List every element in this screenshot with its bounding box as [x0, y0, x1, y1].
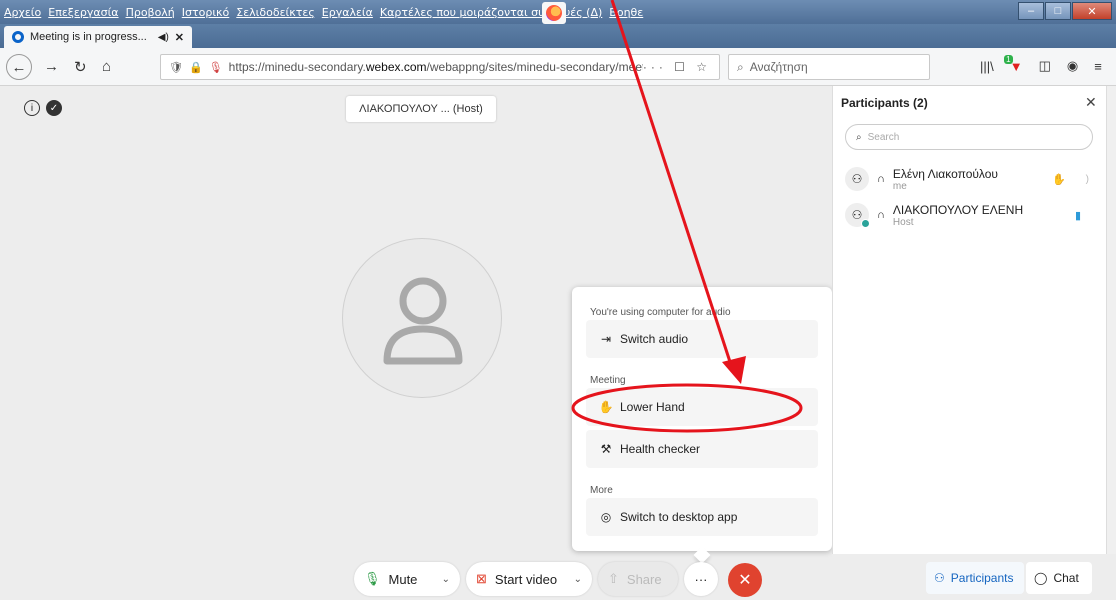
host-label: ΛΙΑΚΟΠΟΥΛΟΥ ... (Host) [346, 96, 496, 122]
window-close-button[interactable]: ✕ [1072, 2, 1112, 20]
sidebar-icon[interactable]: ◫ [1039, 58, 1051, 74]
microphone-icon: 🎙 [364, 571, 381, 586]
menu-bookmarks[interactable]: Σελιδοδείκτες [236, 6, 315, 19]
participant-search-input[interactable]: ⌕ Search [845, 124, 1093, 150]
maximize-button[interactable]: □ [1045, 2, 1071, 20]
avatar [342, 238, 502, 398]
participant-avatar-icon: ⚇ [845, 203, 870, 228]
lower-hand-button[interactable]: ✋ Lower Hand [586, 388, 818, 426]
home-button[interactable]: ⌂ [102, 58, 111, 75]
close-icon[interactable]: ✕ [1085, 94, 1097, 111]
participant-avatar-icon: ⚇ [845, 167, 869, 191]
participant-role: me [892, 180, 907, 192]
window-controls: – □ ✕ [1017, 2, 1112, 20]
scrollbar[interactable] [1106, 86, 1116, 554]
participants-button[interactable]: ⚇ Participants [926, 562, 1024, 594]
menu-edit[interactable]: Επεξεργασία [48, 6, 118, 19]
mic-permission-icon[interactable]: 🎙 [209, 61, 223, 74]
chat-button[interactable]: ◯ Chat [1026, 562, 1092, 594]
participant-name: Ελένη Λιακοπούλου [892, 166, 998, 181]
start-video-button[interactable]: ⊠ Start video ⌄ [466, 562, 592, 596]
lock-icon[interactable]: 🔒 [189, 61, 203, 74]
url-bar[interactable]: 🛡 🔒 🎙 https://minedu-secondary.webex.com… [160, 54, 720, 80]
account-icon[interactable]: ◉ [1067, 58, 1078, 74]
search-input[interactable]: ⌕ Αναζήτηση [728, 54, 930, 80]
switch-audio-button[interactable]: ⇥ Switch audio [586, 320, 818, 358]
more-options-menu: You're using computer for audio ⇥ Switch… [572, 287, 832, 551]
tab-meeting[interactable]: Meeting is in progress... ◀) ✕ [4, 26, 192, 48]
menu-history[interactable]: Ιστορικό [182, 6, 230, 19]
mute-button[interactable]: 🎙 Mute ⌄ [354, 562, 460, 596]
menu-bar: Αρχείο Επεξεργασία Προβολή Ιστορικό Σελι… [0, 0, 1116, 24]
more-options-button[interactable]: ··· [684, 562, 718, 596]
menu-file[interactable]: Αρχείο [4, 6, 41, 19]
meeting-section-title: Meeting [590, 375, 626, 386]
reload-button[interactable]: ↻ [74, 58, 87, 76]
chat-icon: ◯ [1034, 571, 1048, 585]
participant-role: Host [892, 216, 914, 228]
participant-row[interactable]: ⚇ ∩ Ελένη Λιακοπούλου me ✋ ) [845, 162, 1095, 196]
leave-meeting-button[interactable]: ✕ [728, 563, 762, 597]
panel-title: Participants (2) [841, 96, 928, 110]
raised-hand-icon: ✋ [1051, 173, 1066, 186]
url-actions[interactable]: ··· ☐ ☆ [643, 60, 711, 74]
switch-audio-icon: ⇥ [600, 332, 612, 346]
firefox-icon [542, 2, 566, 24]
webex-tab-icon [12, 31, 24, 43]
health-checker-button[interactable]: ⚒ Health checker [586, 430, 818, 468]
switch-desktop-app-button[interactable]: ◎ Switch to desktop app [586, 498, 818, 536]
audio-section-title: You're using computer for audio [590, 307, 731, 318]
chevron-down-icon[interactable]: ⌄ [574, 574, 582, 585]
menu-synced-tabs[interactable]: Καρτέλες που μοιράζονται συσκευές (Δ) [380, 6, 602, 19]
panel-footer: ⚇ Participants ◯ Chat [832, 554, 1106, 600]
menu-tools[interactable]: Εργαλεία [322, 6, 373, 19]
participant-name: ΛΙΑΚΟΠΟΥΛΟΥ ΕΛΕΝΗ [892, 202, 1024, 217]
search-icon: ⌕ [856, 131, 862, 143]
chevron-down-icon[interactable]: ⌄ [442, 574, 450, 585]
back-button[interactable]: ← [6, 54, 32, 80]
forward-button[interactable]: → [44, 58, 59, 75]
search-placeholder: Αναζήτηση [749, 60, 808, 74]
headphones-icon: ∩ [877, 209, 885, 221]
shield-icon[interactable]: 🛡 [169, 61, 183, 74]
info-icon[interactable]: i [24, 100, 40, 116]
participants-panel: Participants (2) ✕ ⌕ Search ⚇ ∩ Ελένη Λι… [832, 86, 1106, 554]
security-icon[interactable]: ✓ [46, 100, 62, 116]
tab-close-icon[interactable]: ✕ [175, 31, 184, 44]
library-icon[interactable]: |||\ [980, 59, 994, 74]
menu-help[interactable]: Βοηθε [609, 6, 643, 19]
nav-bar: ← → ↻ ⌂ 🛡 🔒 🎙 https://minedu-secondary.w… [0, 48, 1116, 86]
more-section-title: More [590, 485, 613, 496]
search-icon: ⌕ [737, 59, 744, 74]
url-text[interactable]: https://minedu-secondary.webex.com/webap… [229, 60, 643, 74]
microphone-icon: ▮ [1074, 209, 1081, 222]
webex-app-icon: ◎ [600, 510, 612, 524]
share-button[interactable]: ⇧ Share [598, 562, 678, 596]
menu-view[interactable]: Προβολή [126, 6, 175, 19]
participant-row[interactable]: ⚇ ∩ ΛΙΑΚΟΠΟΥΛΟΥ ΕΛΕΝΗ Host ▮ [845, 198, 1095, 232]
tab-bar: Meeting is in progress... ◀) ✕ + [0, 24, 1116, 68]
headphones-icon: ∩ [877, 173, 885, 185]
meeting-info-icons: i ✓ [24, 100, 68, 116]
hand-icon: ✋ [598, 400, 614, 414]
minimize-button[interactable]: – [1018, 2, 1044, 20]
share-icon: ⇧ [608, 571, 619, 586]
tab-title: Meeting is in progress... [30, 31, 147, 43]
health-checker-icon: ⚒ [600, 442, 612, 456]
speaker-icon[interactable]: ◀) [158, 32, 169, 43]
user-icon [383, 277, 463, 365]
hamburger-menu-icon[interactable]: ≡ [1094, 59, 1102, 74]
participant-menu-icon[interactable]: ) [1086, 174, 1089, 185]
camera-off-icon: ⊠ [476, 571, 487, 586]
nav-toolbar: |||\ ▼ 1 ◫ ◉ ≡ [980, 54, 1116, 74]
ublock-icon[interactable]: ▼ 1 [1004, 54, 1023, 74]
participants-icon: ⚇ [934, 571, 945, 585]
